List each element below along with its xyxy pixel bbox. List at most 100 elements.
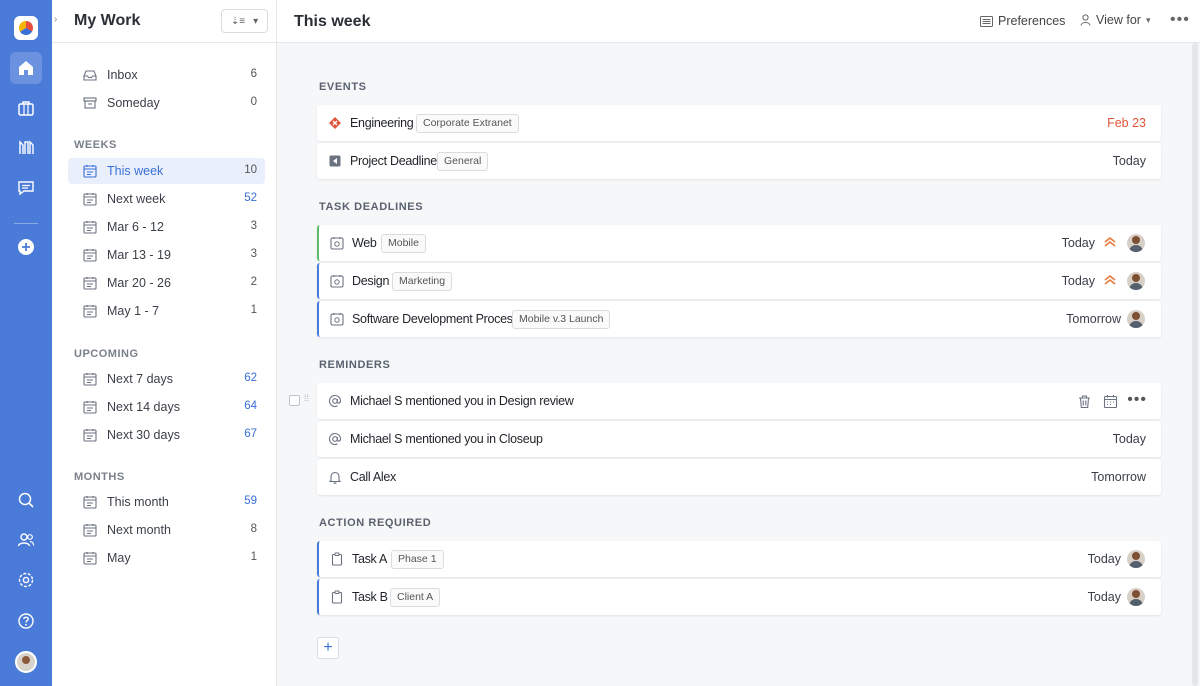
- task-row-web[interactable]: Web Mobile Today: [317, 225, 1161, 261]
- sidebar-item-count: 3: [250, 220, 257, 232]
- app-logo-icon[interactable]: [14, 16, 38, 40]
- calendar-icon: [83, 524, 97, 537]
- trash-icon[interactable]: [1077, 394, 1092, 409]
- briefcase-icon[interactable]: [10, 92, 42, 124]
- sidebar-item-next-month[interactable]: Next month 8: [68, 517, 265, 543]
- view-for-label: View for: [1096, 13, 1141, 27]
- more-icon[interactable]: •••: [1170, 11, 1190, 29]
- milestone-icon: [329, 155, 341, 167]
- task-row-design[interactable]: Design Marketing Today: [317, 263, 1161, 299]
- row-select-checkbox[interactable]: [289, 395, 300, 406]
- reminder-row-closeup[interactable]: Michael S mentioned you in Closeup Today: [317, 421, 1161, 457]
- weeks-section-header: WEEKS: [74, 139, 117, 151]
- events-header: EVENTS: [319, 81, 367, 93]
- more-icon[interactable]: •••: [1127, 391, 1147, 409]
- calendar-icon[interactable]: [1103, 394, 1118, 409]
- user-avatar[interactable]: [15, 651, 37, 673]
- users-icon[interactable]: [10, 524, 42, 556]
- project-tag[interactable]: Corporate Extranet: [416, 114, 519, 133]
- sidebar-item-count: 6: [250, 68, 257, 80]
- sidebar-item-count: 1: [250, 304, 257, 316]
- sidebar-item-next-7-days[interactable]: Next 7 days 62: [68, 366, 265, 392]
- preferences-icon: [980, 15, 993, 27]
- action-row-task-a[interactable]: Task A Phase 1 Today: [317, 541, 1161, 577]
- row-date: Today: [1061, 274, 1095, 288]
- assignee-avatar[interactable]: [1127, 310, 1145, 328]
- project-tag[interactable]: Mobile: [381, 234, 426, 253]
- reminder-row-design-review[interactable]: Michael S mentioned you in Design review…: [317, 383, 1161, 419]
- event-row-project-deadline[interactable]: Project Deadline General Today: [317, 143, 1161, 179]
- row-title: Michael S mentioned you in Design review: [350, 394, 574, 408]
- task-row-software-development-process[interactable]: Software Development Process Mobile v.3 …: [317, 301, 1161, 337]
- project-tag[interactable]: General: [437, 152, 489, 171]
- sidebar-item-count: 67: [244, 428, 257, 440]
- app-rail: [0, 0, 52, 686]
- sidebar-item-may[interactable]: May 1: [68, 545, 265, 571]
- upcoming-section-header: UPCOMING: [74, 348, 139, 360]
- sidebar-item-label: Next 30 days: [107, 428, 180, 442]
- months-section-header: MONTHS: [74, 471, 125, 483]
- chat-icon[interactable]: [10, 172, 42, 204]
- sidebar-item-label: Inbox: [107, 68, 138, 82]
- row-title: Software Development Process: [352, 312, 519, 326]
- add-item-button[interactable]: +: [317, 637, 339, 659]
- assignee-avatar[interactable]: [1127, 234, 1145, 252]
- assignee-avatar[interactable]: [1127, 272, 1145, 290]
- sidebar-item-may-1-7[interactable]: May 1 - 7 1: [68, 298, 265, 324]
- scrollbar[interactable]: [1192, 43, 1198, 686]
- drag-handle-icon[interactable]: ⁞⁞: [304, 394, 310, 406]
- sidebar-item-next-week[interactable]: Next week 52: [68, 186, 265, 212]
- sidebar-item-label: May 1 - 7: [107, 304, 160, 318]
- sidebar-item-label: Next month: [107, 523, 171, 537]
- page-title: This week: [294, 13, 371, 30]
- project-tag[interactable]: Phase 1: [391, 550, 444, 569]
- archive-icon: [83, 97, 97, 109]
- projects-icon[interactable]: [10, 132, 42, 164]
- sort-button[interactable]: ⇣≡ ▾: [221, 9, 268, 33]
- help-icon[interactable]: [10, 605, 42, 637]
- sidebar-item-mar-20-26[interactable]: Mar 20 - 26 2: [68, 270, 265, 296]
- calendar-icon: [83, 165, 97, 178]
- sidebar-item-label: Mar 20 - 26: [107, 276, 171, 290]
- clipboard-icon: [331, 552, 343, 566]
- sidebar-item-next-14-days[interactable]: Next 14 days 64: [68, 394, 265, 420]
- task-calendar-icon: [330, 313, 344, 326]
- sidebar-item-this-month[interactable]: This month 59: [68, 489, 265, 515]
- preferences-button[interactable]: Preferences: [980, 14, 1065, 28]
- row-title: Design: [352, 274, 390, 288]
- mention-icon: [328, 433, 342, 446]
- project-tag[interactable]: Marketing: [392, 272, 453, 291]
- sidebar-item-mar-13-19[interactable]: Mar 13 - 19 3: [68, 242, 265, 268]
- assignee-avatar[interactable]: [1127, 588, 1145, 606]
- sidebar-item-label: Next week: [107, 192, 166, 206]
- action-required-header: ACTION REQUIRED: [319, 517, 432, 529]
- reminder-row-call-alex[interactable]: Call Alex Tomorrow: [317, 459, 1161, 495]
- sidebar-item-mar-6-12[interactable]: Mar 6 - 12 3: [68, 214, 265, 240]
- settings-icon[interactable]: [10, 564, 42, 596]
- event-row-engineering[interactable]: Engineering Corporate Extranet Feb 23: [317, 105, 1161, 141]
- project-tag[interactable]: Mobile v.3 Launch: [512, 310, 611, 329]
- search-icon[interactable]: [10, 484, 42, 516]
- sidebar-item-label: Mar 13 - 19: [107, 248, 171, 262]
- view-for-dropdown[interactable]: View for ▾: [1080, 13, 1150, 27]
- project-tag[interactable]: Client A: [390, 588, 441, 607]
- action-row-task-b[interactable]: Task B Client A Today: [317, 579, 1161, 615]
- row-date: Feb 23: [1107, 116, 1146, 130]
- row-title: Engineering: [350, 116, 414, 130]
- home-icon[interactable]: [10, 52, 42, 84]
- add-icon[interactable]: [10, 231, 42, 263]
- sidebar-item-someday[interactable]: Someday 0: [68, 90, 265, 116]
- sidebar-item-inbox[interactable]: Inbox 6: [68, 62, 265, 88]
- collapse-chevron-icon[interactable]: ›: [54, 14, 64, 28]
- main-content: EVENTS Engineering Corporate Extranet Fe…: [277, 43, 1200, 686]
- my-work-sidebar: › My Work ⇣≡ ▾ Inbox 6 Someday 0 WEEKS T…: [52, 0, 277, 686]
- sidebar-item-count: 1: [250, 551, 257, 563]
- assignee-avatar[interactable]: [1127, 550, 1145, 568]
- sidebar-item-label: This month: [107, 495, 169, 509]
- row-date: Today: [1087, 552, 1121, 566]
- sidebar-item-next-30-days[interactable]: Next 30 days 67: [68, 422, 265, 448]
- calendar-icon: [83, 305, 97, 318]
- row-date: Tomorrow: [1066, 312, 1121, 326]
- calendar-icon: [83, 193, 97, 206]
- sidebar-item-this-week[interactable]: This week 10: [68, 158, 265, 184]
